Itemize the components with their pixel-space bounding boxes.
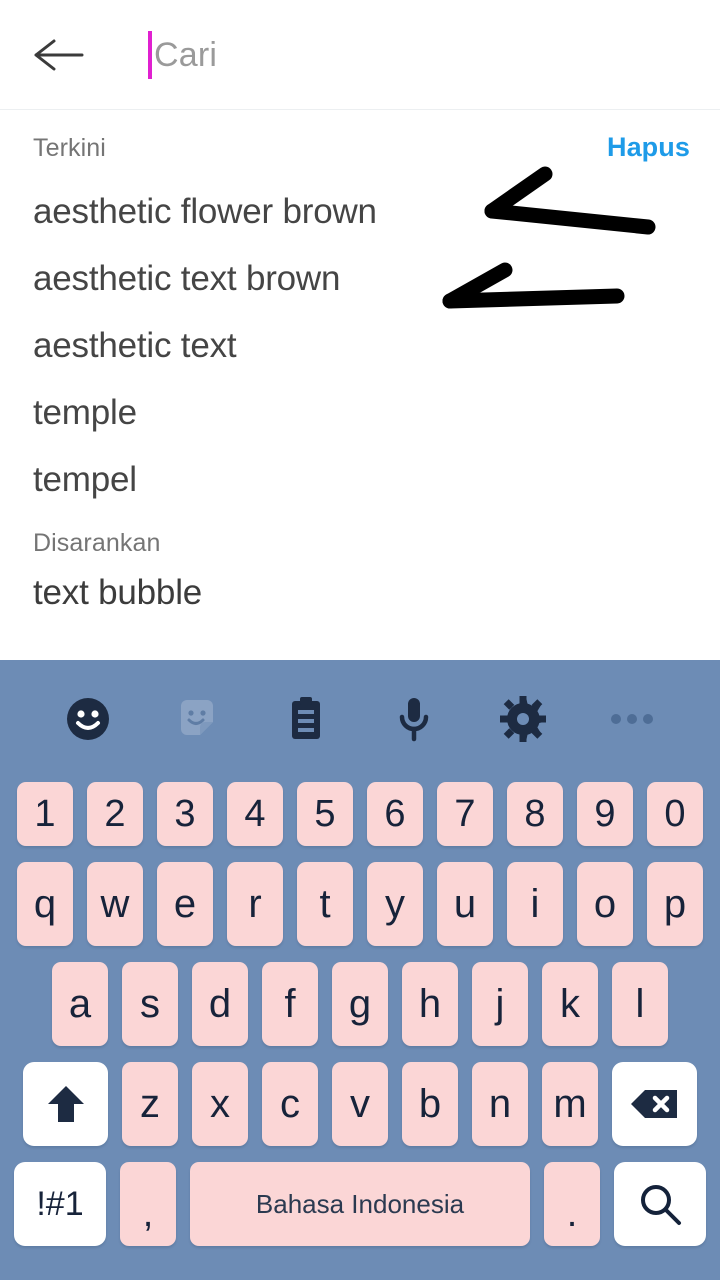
search-header: Cari: [0, 0, 720, 110]
search-key[interactable]: [614, 1162, 706, 1246]
key-l[interactable]: l: [612, 962, 668, 1046]
back-button[interactable]: [30, 27, 86, 83]
key-5[interactable]: 5: [297, 782, 353, 846]
key-t[interactable]: t: [297, 862, 353, 946]
key-i[interactable]: i: [507, 862, 563, 946]
emoji-icon: [65, 696, 111, 742]
period-key[interactable]: .: [544, 1162, 600, 1246]
gear-icon: [500, 696, 547, 742]
key-a[interactable]: a: [52, 962, 108, 1046]
key-8[interactable]: 8: [507, 782, 563, 846]
key-r[interactable]: r: [227, 862, 283, 946]
key-b[interactable]: b: [402, 1062, 458, 1146]
key-6[interactable]: 6: [367, 782, 423, 846]
key-z[interactable]: z: [122, 1062, 178, 1146]
recent-section-header: Terkini Hapus: [0, 132, 720, 178]
symbols-key[interactable]: !#1: [14, 1162, 106, 1246]
key-4[interactable]: 4: [227, 782, 283, 846]
list-item[interactable]: text bubble: [0, 559, 720, 626]
key-g[interactable]: g: [332, 962, 388, 1046]
key-p[interactable]: p: [647, 862, 703, 946]
more-options-button[interactable]: [577, 684, 686, 754]
list-item[interactable]: temple: [0, 379, 720, 446]
key-w[interactable]: w: [87, 862, 143, 946]
key-f[interactable]: f: [262, 962, 318, 1046]
backspace-key[interactable]: [612, 1062, 697, 1146]
key-c[interactable]: c: [262, 1062, 318, 1146]
keyboard-row-space: !#1 , Bahasa Indonesia .: [0, 1158, 720, 1250]
key-m[interactable]: m: [542, 1062, 598, 1146]
key-j[interactable]: j: [472, 962, 528, 1046]
keyboard-toolbar: [0, 660, 720, 778]
voice-input-button[interactable]: [360, 684, 469, 754]
keyboard-row-home: a s d f g h j k l: [0, 958, 720, 1050]
key-v[interactable]: v: [332, 1062, 388, 1146]
comma-key[interactable]: ,: [120, 1162, 176, 1246]
clipboard-button[interactable]: [251, 684, 360, 754]
suggestions-panel: Terkini Hapus aesthetic flower brown aes…: [0, 110, 720, 660]
suggested-section-label: Disarankan: [33, 529, 161, 557]
sticker-icon: [174, 696, 220, 742]
key-x[interactable]: x: [192, 1062, 248, 1146]
list-item[interactable]: aesthetic text: [0, 312, 720, 379]
search-placeholder: Cari: [154, 35, 218, 74]
key-0[interactable]: 0: [647, 782, 703, 846]
list-item[interactable]: aesthetic flower brown: [0, 178, 720, 245]
key-q[interactable]: q: [17, 862, 73, 946]
keyboard-row-bottom: z x c v b n m: [0, 1058, 720, 1150]
shift-arrow-up-icon: [46, 1082, 86, 1126]
recent-section-label: Terkini: [33, 134, 106, 162]
key-3[interactable]: 3: [157, 782, 213, 846]
clipboard-icon: [284, 696, 328, 742]
search-icon: [637, 1181, 683, 1227]
key-7[interactable]: 7: [437, 782, 493, 846]
keyboard-row-numbers: 1 2 3 4 5 6 7 8 9 0: [0, 778, 720, 850]
key-y[interactable]: y: [367, 862, 423, 946]
key-h[interactable]: h: [402, 962, 458, 1046]
backspace-icon: [629, 1086, 681, 1122]
key-k[interactable]: k: [542, 962, 598, 1046]
key-d[interactable]: d: [192, 962, 248, 1046]
keyboard-row-qwerty: q w e r t y u i o p: [0, 858, 720, 950]
list-item[interactable]: aesthetic text brown: [0, 245, 720, 312]
shift-key[interactable]: [23, 1062, 108, 1146]
microphone-icon: [394, 695, 434, 743]
clear-history-button[interactable]: Hapus: [607, 132, 690, 163]
key-s[interactable]: s: [122, 962, 178, 1046]
space-key[interactable]: Bahasa Indonesia: [190, 1162, 530, 1246]
on-screen-keyboard: 1 2 3 4 5 6 7 8 9 0 q w e r t y u i o p …: [0, 660, 720, 1280]
list-item[interactable]: tempel: [0, 446, 720, 513]
search-input[interactable]: Cari: [148, 20, 720, 90]
key-u[interactable]: u: [437, 862, 493, 946]
emoji-button[interactable]: [34, 684, 143, 754]
sticker-button[interactable]: [143, 684, 252, 754]
key-n[interactable]: n: [472, 1062, 528, 1146]
key-9[interactable]: 9: [577, 782, 633, 846]
key-1[interactable]: 1: [17, 782, 73, 846]
key-2[interactable]: 2: [87, 782, 143, 846]
key-o[interactable]: o: [577, 862, 633, 946]
more-horizontal-icon: [609, 712, 655, 726]
arrow-left-icon: [32, 35, 84, 75]
settings-button[interactable]: [469, 684, 578, 754]
key-e[interactable]: e: [157, 862, 213, 946]
